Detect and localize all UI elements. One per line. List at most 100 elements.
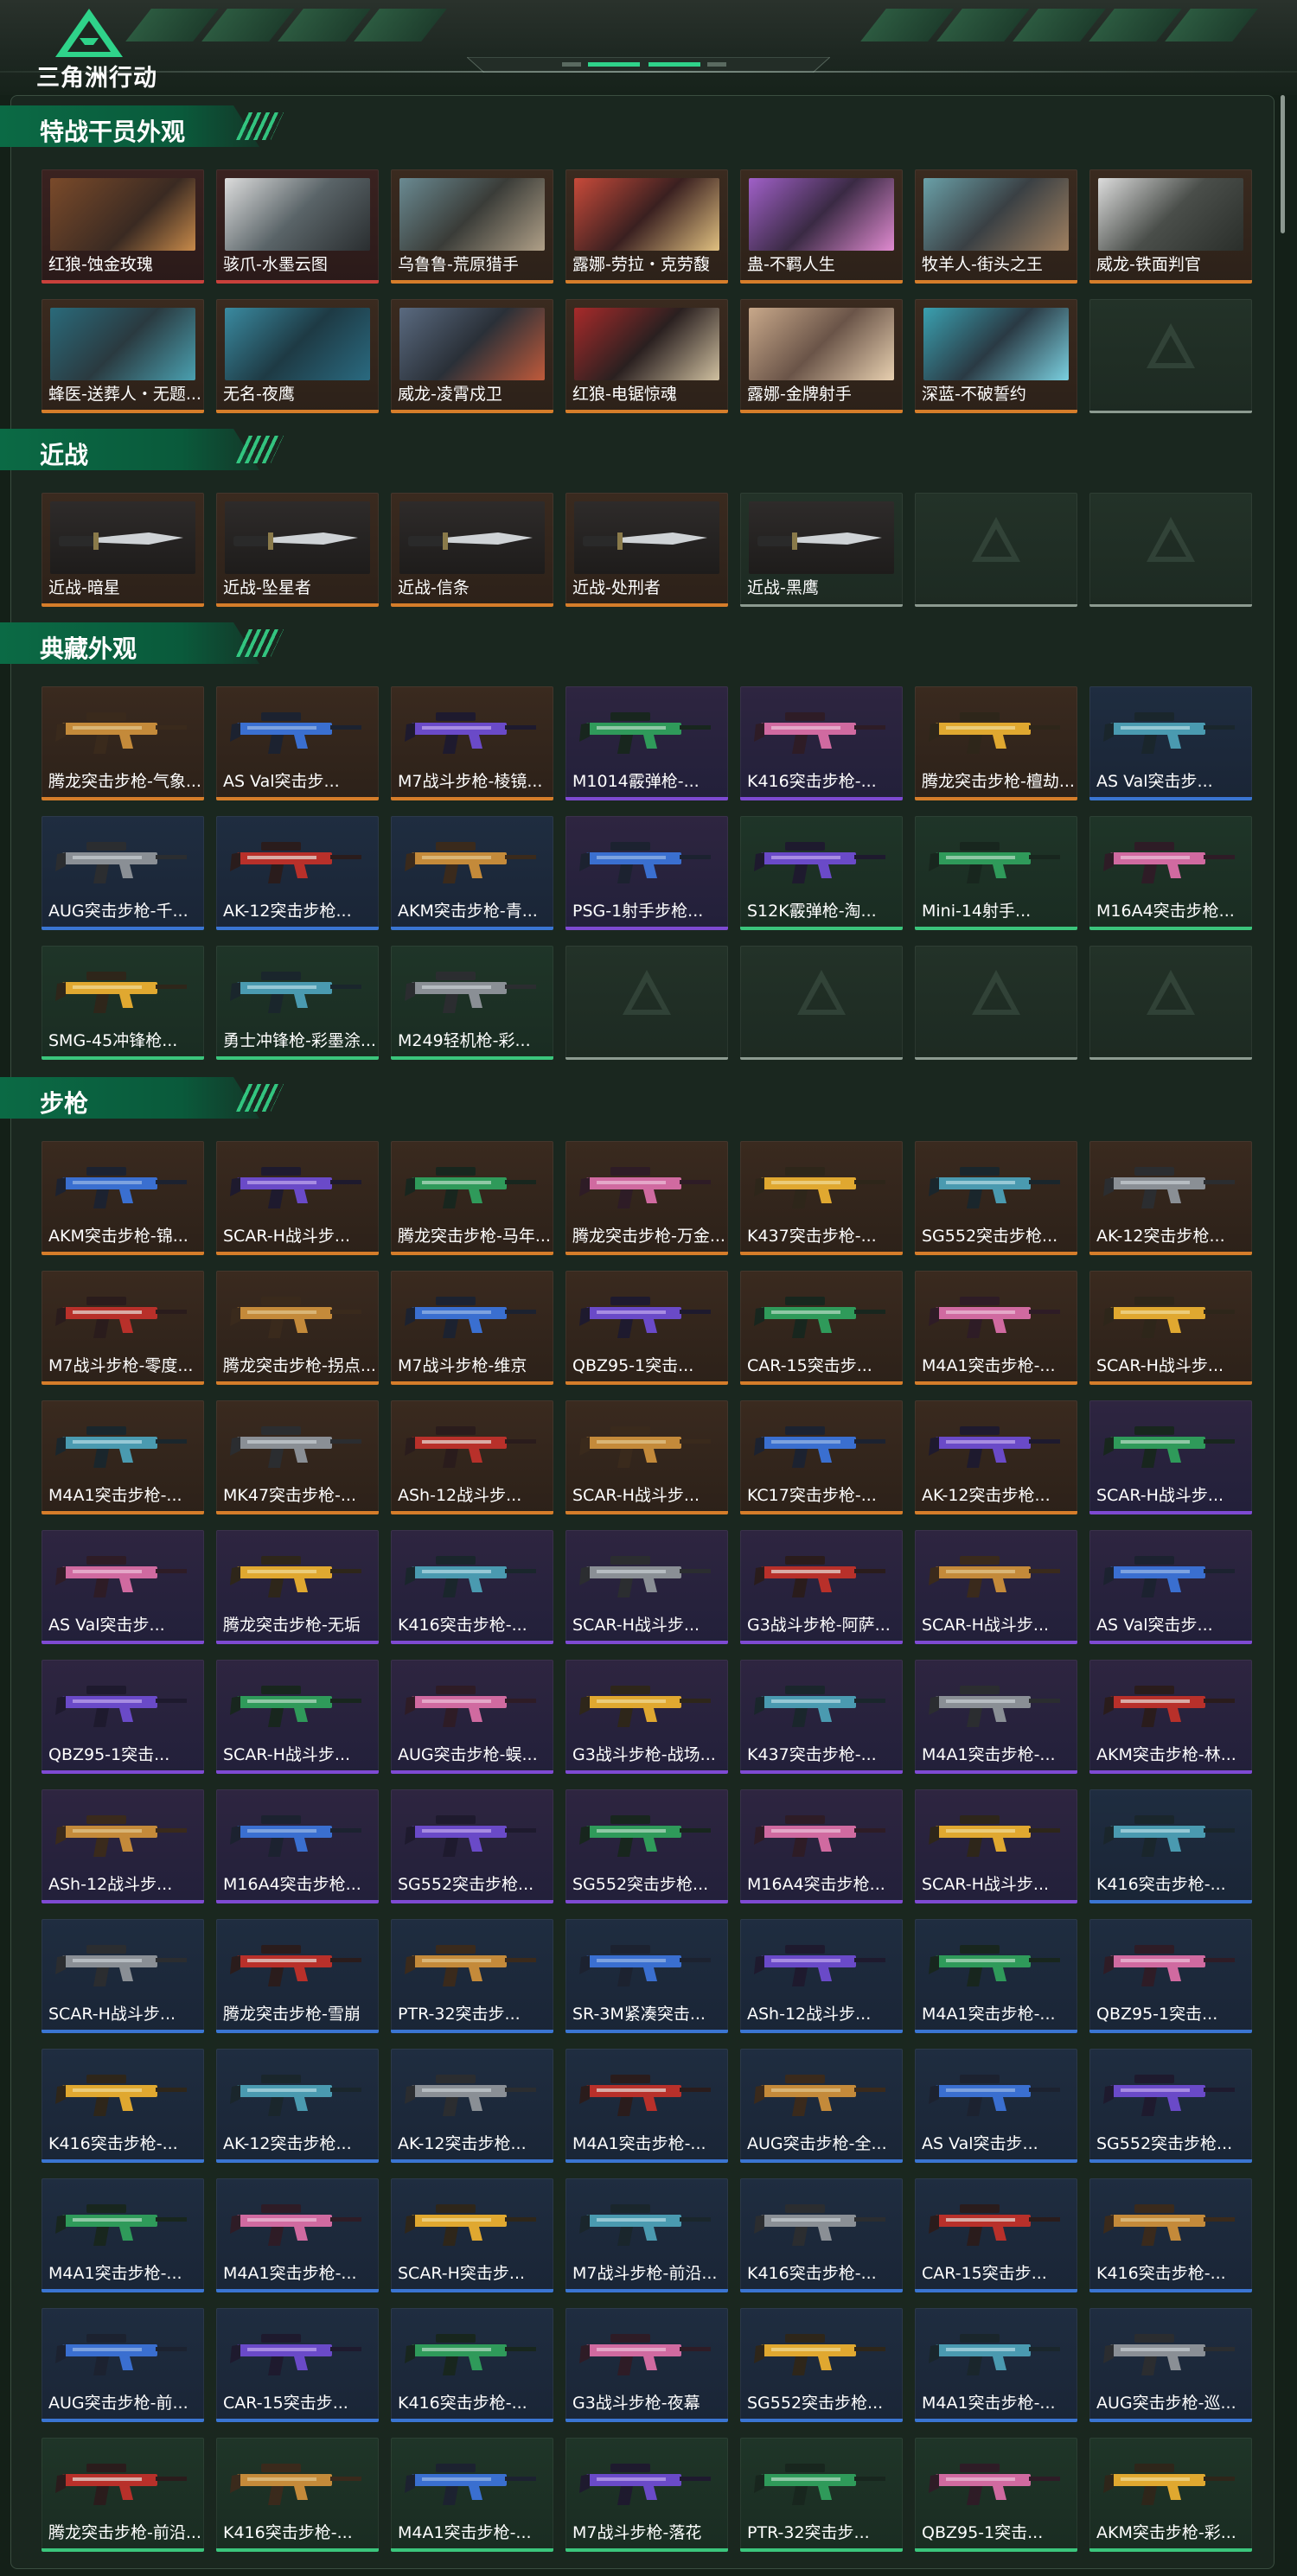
item-card[interactable]: 无名-夜鹰 xyxy=(216,299,379,413)
item-card[interactable]: SG552突击步枪... xyxy=(565,1789,728,1903)
item-card[interactable]: M7战斗步枪-落花 xyxy=(565,2438,728,2552)
item-card[interactable]: ASh-12战斗步... xyxy=(391,1400,553,1514)
item-card[interactable]: 骇爪-水墨云图 xyxy=(216,169,379,284)
item-card[interactable]: AS Val突击步... xyxy=(1089,686,1252,800)
item-card[interactable]: 近战-坠星者 xyxy=(216,493,379,607)
item-card[interactable]: CAR-15突击步... xyxy=(216,2308,379,2422)
item-card[interactable]: 露娜-金牌射手 xyxy=(740,299,903,413)
item-card[interactable]: MK47突击步枪-... xyxy=(216,1400,379,1514)
item-card[interactable]: M4A1突击步枪-... xyxy=(915,1271,1077,1385)
item-card[interactable]: SG552突击步枪... xyxy=(915,1141,1077,1255)
item-card[interactable]: SCAR-H战斗步... xyxy=(42,1919,204,2033)
item-card[interactable]: M4A1突击步枪-... xyxy=(565,2049,728,2163)
item-card[interactable]: K416突击步枪-... xyxy=(216,2438,379,2552)
item-card[interactable]: M4A1突击步枪-... xyxy=(391,2438,553,2552)
item-card[interactable]: 腾龙突击步枪-雪崩 xyxy=(216,1919,379,2033)
item-card[interactable]: 红狼-蚀金玫瑰 xyxy=(42,169,204,284)
item-card[interactable]: 近战-处刑者 xyxy=(565,493,728,607)
item-card[interactable]: 露娜-劳拉・克劳馥 xyxy=(565,169,728,284)
item-card[interactable]: M16A4突击步枪... xyxy=(1089,816,1252,930)
item-card[interactable]: AK-12突击步枪... xyxy=(216,2049,379,2163)
item-card[interactable]: 腾龙突击步枪-檀劫... xyxy=(915,686,1077,800)
item-card[interactable]: 勇士冲锋枪-彩墨涂... xyxy=(216,946,379,1060)
item-card[interactable]: AS Val突击步... xyxy=(915,2049,1077,2163)
item-card[interactable]: K416突击步枪-... xyxy=(1089,1789,1252,1903)
item-card[interactable]: 腾龙突击步枪-前沿... xyxy=(42,2438,204,2552)
item-card[interactable]: SCAR-H战斗步... xyxy=(1089,1400,1252,1514)
item-card[interactable]: AS Val突击步... xyxy=(42,1530,204,1644)
item-card[interactable]: K416突击步枪-... xyxy=(42,2049,204,2163)
item-card[interactable]: AKM突击步枪-彩... xyxy=(1089,2438,1252,2552)
item-card[interactable]: ASh-12战斗步... xyxy=(740,1919,903,2033)
item-card[interactable]: SCAR-H战斗步... xyxy=(565,1530,728,1644)
item-card[interactable]: M4A1突击步枪-... xyxy=(915,2308,1077,2422)
item-card[interactable]: SG552突击步枪... xyxy=(391,1789,553,1903)
item-card[interactable]: Mini-14射手... xyxy=(915,816,1077,930)
item-card[interactable]: M1014霰弹枪-... xyxy=(565,686,728,800)
item-card[interactable]: AUG突击步枪-蜈... xyxy=(391,1660,553,1774)
item-card[interactable]: 威龙-凌霄戍卫 xyxy=(391,299,553,413)
item-card[interactable]: SR-3M紧凑突击... xyxy=(565,1919,728,2033)
item-card[interactable]: QBZ95-1突击... xyxy=(565,1271,728,1385)
item-card[interactable]: SCAR-H突击步... xyxy=(391,2178,553,2292)
item-card[interactable]: ASh-12战斗步... xyxy=(42,1789,204,1903)
item-card[interactable]: SMG-45冲锋枪... xyxy=(42,946,204,1060)
item-card[interactable]: 近战-暗星 xyxy=(42,493,204,607)
item-card[interactable]: M7战斗步枪-棱镜... xyxy=(391,686,553,800)
item-card[interactable]: 近战-信条 xyxy=(391,493,553,607)
item-card[interactable]: 蛊-不羁人生 xyxy=(740,169,903,284)
item-card[interactable]: AK-12突击步枪... xyxy=(915,1400,1077,1514)
item-card[interactable]: M16A4突击步枪... xyxy=(740,1789,903,1903)
item-card[interactable]: CAR-15突击步... xyxy=(740,1271,903,1385)
item-card[interactable]: 威龙-铁面判官 xyxy=(1089,169,1252,284)
item-card[interactable]: QBZ95-1突击... xyxy=(915,2438,1077,2552)
item-card[interactable]: AUG突击步枪-全... xyxy=(740,2049,903,2163)
item-card[interactable]: 腾龙突击步枪-拐点... xyxy=(216,1271,379,1385)
scrollbar-thumb[interactable] xyxy=(1281,95,1285,233)
item-card[interactable]: 乌鲁鲁-荒原猎手 xyxy=(391,169,553,284)
item-card[interactable]: 腾龙突击步枪-无垢 xyxy=(216,1530,379,1644)
item-card[interactable]: M7战斗步枪-零度... xyxy=(42,1271,204,1385)
item-card[interactable]: S12K霰弹枪-淘... xyxy=(740,816,903,930)
item-card[interactable]: PSG-1射手步枪... xyxy=(565,816,728,930)
item-card[interactable]: AKM突击步枪-林... xyxy=(1089,1660,1252,1774)
item-card[interactable]: M4A1突击步枪-... xyxy=(42,2178,204,2292)
item-card[interactable]: SCAR-H战斗步... xyxy=(565,1400,728,1514)
item-card[interactable]: AKM突击步枪-青... xyxy=(391,816,553,930)
item-card[interactable]: K416突击步枪-... xyxy=(740,2178,903,2292)
item-card[interactable]: SCAR-H战斗步... xyxy=(1089,1271,1252,1385)
item-card[interactable]: 腾龙突击步枪-气象... xyxy=(42,686,204,800)
item-card[interactable]: QBZ95-1突击... xyxy=(1089,1919,1252,2033)
item-card[interactable]: K416突击步枪-... xyxy=(740,686,903,800)
item-card[interactable]: SCAR-H战斗步... xyxy=(216,1660,379,1774)
item-card[interactable]: G3战斗步枪-阿萨... xyxy=(740,1530,903,1644)
item-card[interactable]: G3战斗步枪-战场... xyxy=(565,1660,728,1774)
item-card[interactable]: M7战斗步枪-前沿... xyxy=(565,2178,728,2292)
item-card[interactable]: M7战斗步枪-维京 xyxy=(391,1271,553,1385)
item-card[interactable]: PTR-32突击步... xyxy=(740,2438,903,2552)
item-card[interactable]: SCAR-H战斗步... xyxy=(216,1141,379,1255)
item-card[interactable]: AUG突击步枪-千... xyxy=(42,816,204,930)
item-card[interactable]: PTR-32突击步... xyxy=(391,1919,553,2033)
item-card[interactable]: SCAR-H战斗步... xyxy=(915,1530,1077,1644)
item-card[interactable]: 近战-黑鹰 xyxy=(740,493,903,607)
item-card[interactable]: SG552突击步枪... xyxy=(740,2308,903,2422)
item-card[interactable]: KC17突击步枪-... xyxy=(740,1400,903,1514)
item-card[interactable]: AK-12突击步枪... xyxy=(391,2049,553,2163)
item-card[interactable]: 腾龙突击步枪-马年... xyxy=(391,1141,553,1255)
scrollbar[interactable] xyxy=(1278,95,1288,2567)
item-card[interactable]: 深蓝-不破誓约 xyxy=(915,299,1077,413)
item-card[interactable]: 腾龙突击步枪-万金... xyxy=(565,1141,728,1255)
item-card[interactable]: K416突击步枪-... xyxy=(1089,2178,1252,2292)
item-card[interactable]: M16A4突击步枪... xyxy=(216,1789,379,1903)
item-card[interactable]: AS Val突击步... xyxy=(1089,1530,1252,1644)
item-card[interactable]: AKM突击步枪-锦... xyxy=(42,1141,204,1255)
item-card[interactable]: 红狼-电锯惊魂 xyxy=(565,299,728,413)
item-card[interactable]: CAR-15突击步... xyxy=(915,2178,1077,2292)
item-card[interactable]: G3战斗步枪-夜幕 xyxy=(565,2308,728,2422)
item-card[interactable]: AS Val突击步... xyxy=(216,686,379,800)
item-card[interactable]: K416突击步枪-... xyxy=(391,2308,553,2422)
item-card[interactable]: K437突击步枪-... xyxy=(740,1660,903,1774)
item-card[interactable]: 蜂医-送葬人・无题... xyxy=(42,299,204,413)
item-card[interactable]: M4A1突击步枪-... xyxy=(915,1660,1077,1774)
